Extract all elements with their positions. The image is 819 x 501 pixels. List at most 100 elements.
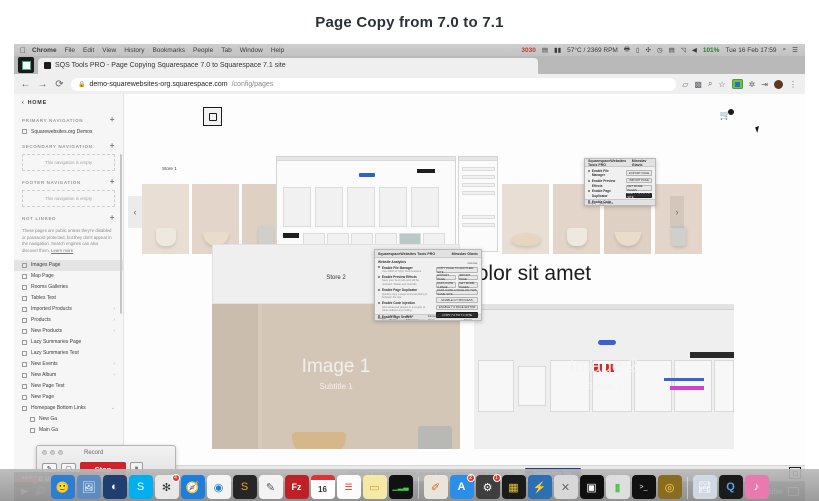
sidebar-item-tables-test[interactable]: Tables Test bbox=[14, 293, 123, 304]
dock-icon-utility-app[interactable]: ✕ bbox=[553, 475, 578, 499]
tools-option[interactable]: Enable Page Duplicator Quickly copy a pag… bbox=[378, 288, 430, 300]
sidebar-item-new-gallery[interactable]: New Ga bbox=[14, 414, 123, 425]
sidebar-scrollbar[interactable] bbox=[120, 154, 122, 314]
dock-icon-coda[interactable]: ⚡ bbox=[527, 475, 552, 499]
tools-footer-tab[interactable]: Favourite Blocks and Ideas bbox=[428, 314, 460, 321]
video-player-frame[interactable]:  Chrome File Edit View History Bookmark… bbox=[14, 44, 805, 501]
dock-icon-reminders[interactable]: ☰ bbox=[336, 475, 361, 499]
tools-footer-tab[interactable]: Home bbox=[588, 201, 596, 205]
chevron-down-icon[interactable]: ⌄ bbox=[111, 405, 115, 411]
dock-icon-safari[interactable]: 🧭 bbox=[180, 475, 205, 499]
dock-icon-quicktime[interactable]: Q bbox=[718, 475, 743, 499]
sidebar-item-main-gallery[interactable]: Main Ga bbox=[14, 425, 123, 436]
add-page-icon[interactable]: + bbox=[110, 214, 115, 222]
gallery-prev-arrow[interactable]: ‹ bbox=[128, 196, 142, 228]
profile-avatar-icon[interactable] bbox=[774, 79, 783, 89]
status-volume-icon[interactable]: ◀ bbox=[689, 46, 700, 54]
dock-icon-terminal[interactable]: >_ bbox=[631, 475, 656, 499]
recorder-dot[interactable] bbox=[42, 450, 47, 455]
sqs-tools-extension-icon[interactable] bbox=[731, 79, 743, 89]
dock-icon-slack[interactable]: ✻ 4 bbox=[154, 474, 180, 499]
product-gallery-row[interactable]: Store 1 ‹ › SquarespaceWebsites Tools PR… bbox=[124, 154, 805, 254]
macos-dock[interactable]: 🙂 🖼 ◐ S ✻ 4 🧭 ◉ S ✎ Fz 16 ☰ ▭ ▁▂▃ ✐ A2 ⚙ 1… bbox=[0, 469, 819, 501]
gallery-tile[interactable] bbox=[502, 184, 549, 254]
dock-icon-radar-app[interactable]: ◎ bbox=[657, 475, 682, 499]
menu-history[interactable]: History bbox=[120, 47, 148, 54]
add-page-icon[interactable]: + bbox=[110, 116, 115, 124]
sidebar-item-new-events[interactable]: New Events › bbox=[14, 359, 123, 370]
sidebar-item-lazy-summaries-page[interactable]: Lazy Summaries Page bbox=[14, 337, 123, 348]
forward-icon[interactable]: → bbox=[37, 79, 48, 90]
sidebar-item-map-page[interactable]: Map Page bbox=[14, 271, 123, 282]
status-datetime[interactable]: Tue 16 Feb 17:59 bbox=[722, 47, 779, 54]
status-temperature[interactable]: 57°C / 2369 RPM bbox=[564, 47, 621, 54]
dock-icon-system-prefs[interactable]: ⚙ 1 bbox=[475, 474, 501, 499]
pages-sidebar[interactable]: ‹ HOME PRIMARY NAVIGATION + Squarewebsit… bbox=[14, 94, 124, 481]
chrome-toolbar[interactable]: ← → ⟳ 🔒 demo-squarewebsites-org.squaresp… bbox=[14, 74, 805, 94]
sidebar-item-products[interactable]: Products › bbox=[14, 315, 123, 326]
tools-option[interactable]: Enable Preview Effects Save your best loo… bbox=[378, 275, 430, 287]
tools-pro-panel-large[interactable]: SquarespaceWebsites Tools PRO Miroslav G… bbox=[374, 249, 482, 321]
status-graph-icon[interactable]: ▮▮ bbox=[551, 46, 564, 54]
tools-button[interactable]: DUPLICATE A PAGE bbox=[436, 281, 457, 289]
menu-window[interactable]: Window bbox=[236, 47, 267, 54]
dock-icon-preview[interactable]: 🏞 bbox=[692, 475, 717, 499]
dock-icon-sqs-tools[interactable]: ▣ bbox=[579, 475, 604, 499]
sidebar-item-rooms-galleries[interactable]: Rooms Galleries bbox=[14, 282, 123, 293]
tools-footer-tab[interactable]: Block Manager bbox=[406, 314, 424, 321]
status-clock-icon[interactable]: ◷ bbox=[654, 46, 666, 54]
tools-button[interactable]: EXPORT PAGE bbox=[626, 170, 652, 176]
chevron-right-icon[interactable]: › bbox=[113, 372, 115, 378]
cast-icon[interactable]: ▱ bbox=[682, 80, 688, 89]
sidebar-item-new-page-test[interactable]: New Page Test bbox=[14, 381, 123, 392]
puzzle-extension-icon[interactable]: ✲ bbox=[749, 80, 756, 89]
dock-icon-skype[interactable]: S bbox=[128, 475, 153, 499]
address-bar[interactable]: 🔒 demo-squarewebsites-org.squarespace.co… bbox=[71, 77, 677, 91]
tools-button[interactable]: COPY PAGE TO ANOTHER SITE bbox=[436, 266, 478, 274]
dock-icon-sublime-text[interactable]: S bbox=[232, 475, 257, 499]
status-battery-percent[interactable]: 101% bbox=[700, 47, 723, 54]
tools-footer-tab[interactable]: Home bbox=[378, 316, 386, 320]
chevron-right-icon[interactable]: › bbox=[113, 317, 115, 323]
menu-people[interactable]: People bbox=[189, 47, 217, 54]
site-preview-canvas[interactable]: 🛒 Store 1 ‹ › SquarespaceWebsites Tools … bbox=[124, 94, 805, 481]
image-block-1[interactable]: Image 1 Subtitle 1 bbox=[212, 304, 460, 449]
chevron-right-icon[interactable]: › bbox=[113, 306, 115, 312]
dock-icon-finder[interactable]: 🙂 bbox=[50, 475, 75, 499]
dock-icon-media-app[interactable]: ▦ bbox=[501, 475, 526, 499]
tools-button[interactable]: GET MORE PAGES bbox=[626, 184, 652, 192]
chrome-action-icons[interactable]: ▱ ▩ ⌕ ☆ ✲ ⇥ ⋮ bbox=[682, 79, 799, 89]
dock-icon-notes-white[interactable]: ✎ bbox=[258, 475, 283, 499]
tools-button[interactable]: DUPLICATE A PAGE ON THIS SAME SITE bbox=[436, 288, 478, 296]
dock-icon-google-chrome[interactable]: ◉ bbox=[206, 475, 231, 499]
sidebar-item-new-products[interactable]: New Products › bbox=[14, 326, 123, 337]
gallery-tile[interactable] bbox=[142, 184, 189, 254]
menu-file[interactable]: File bbox=[61, 47, 79, 54]
back-icon[interactable]: ← bbox=[20, 79, 31, 90]
gallery-next-arrow[interactable]: › bbox=[670, 196, 684, 228]
preview-screenshot-center[interactable] bbox=[276, 156, 456, 252]
apple-menu-icon[interactable]:  bbox=[18, 46, 28, 55]
control-center-icon[interactable]: ☰ bbox=[789, 46, 801, 54]
dock-icon-image-viewer[interactable]: 🖼 bbox=[76, 475, 101, 499]
sidebar-item-new-album[interactable]: New Album › bbox=[14, 370, 123, 381]
tools-option[interactable]: Enable Preview Effects bbox=[588, 179, 620, 188]
dock-icon-app-store[interactable]: A2 bbox=[449, 474, 475, 499]
sidebar-item-lazy-summaries-test[interactable]: Lazy Summaries Test bbox=[14, 348, 123, 359]
search-icon[interactable]: ⌕ bbox=[708, 79, 712, 89]
dock-icon-itunes[interactable]: ♪ bbox=[744, 475, 769, 499]
dock-icon-mouse-util[interactable]: ▮ bbox=[605, 475, 630, 499]
sidebar-item-demos[interactable]: Squarewebsites.org Demos bbox=[14, 126, 123, 137]
dock-icon-stickies[interactable]: ▭ bbox=[362, 475, 387, 499]
reload-icon[interactable]: ⟳ bbox=[54, 79, 65, 90]
browser-tab-active[interactable]: SQS Tools PRO - Page Copying Squarespace… bbox=[38, 57, 538, 74]
dock-icon-filezilla[interactable]: Fz bbox=[284, 475, 309, 499]
tools-footer-tab[interactable]: SQS Tools bbox=[390, 314, 402, 321]
qr-icon[interactable]: ▩ bbox=[694, 80, 702, 89]
status-speed[interactable]: 3030 bbox=[518, 47, 538, 54]
bookmark-star-icon[interactable]: ☆ bbox=[718, 80, 725, 89]
menu-bookmarks[interactable]: Bookmarks bbox=[148, 47, 189, 54]
tools-button[interactable]: ENABLE 7.0 PAGE EDITOR bbox=[436, 304, 478, 310]
recorder-dot[interactable] bbox=[50, 450, 55, 455]
status-printer-icon[interactable]: 🖶 bbox=[621, 45, 633, 56]
